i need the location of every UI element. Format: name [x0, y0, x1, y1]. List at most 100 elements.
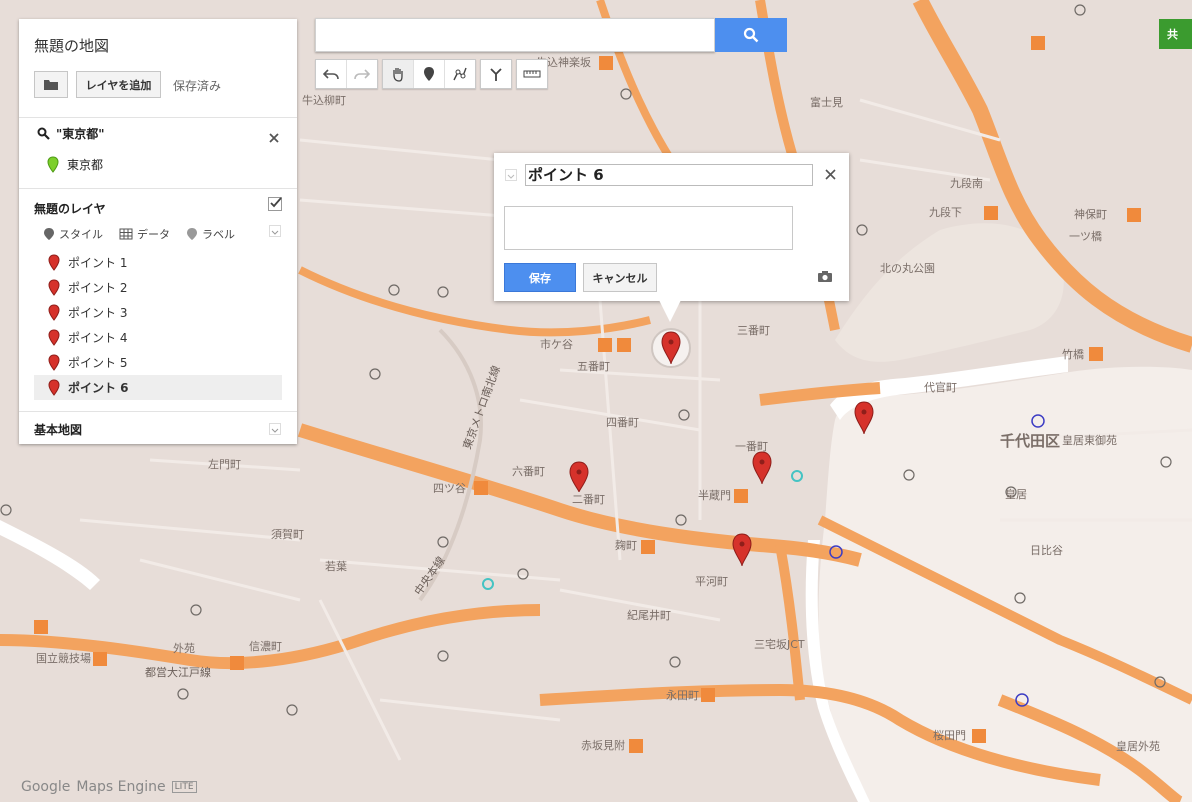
red-marker-icon	[48, 379, 60, 396]
map-label-kioicho: 紀尾井町	[627, 608, 671, 622]
folder-icon	[44, 80, 58, 90]
point-label: ポイント 6	[68, 381, 129, 395]
search-input[interactable]	[315, 18, 715, 52]
red-marker-icon	[48, 304, 60, 321]
map-label-samoncho: 左門町	[208, 458, 241, 471]
map-label-fujimi: 富士見	[810, 95, 843, 109]
table-icon	[119, 228, 133, 240]
green-marker-icon	[47, 156, 59, 173]
add-marker-button[interactable]	[414, 60, 445, 88]
add-photo-button[interactable]	[817, 270, 833, 286]
feature-description-input[interactable]	[504, 206, 793, 250]
point-label: ポイント 4	[68, 331, 128, 345]
checkmark-icon	[270, 197, 282, 208]
product-name: Maps Engine	[76, 779, 166, 795]
map-label-ichigaya: 市ケ谷	[540, 337, 573, 351]
map-label-chiyoda: 千代田区	[1000, 432, 1060, 450]
paint-marker-icon	[44, 228, 54, 240]
map-label-yonbancho: 四番町	[606, 416, 639, 429]
point-list: ポイント 1 ポイント 2 ポイント 3 ポイント 4 ポイント 5 ポイント …	[34, 250, 282, 400]
point-list-item-6[interactable]: ポイント 6	[34, 375, 282, 400]
map-label-kokyo: 皇居	[1005, 487, 1027, 501]
map-label-nagatacho: 永田町	[666, 688, 699, 702]
data-tool[interactable]: データ	[119, 226, 170, 242]
ruler-icon	[523, 70, 541, 78]
divider	[19, 188, 297, 189]
label-tool[interactable]: ラベル	[186, 226, 235, 242]
point-list-item-1[interactable]: ポイント 1	[34, 250, 282, 275]
basemap-title[interactable]: 基本地図	[34, 421, 82, 438]
layer-options-dropdown[interactable]	[269, 225, 281, 237]
save-button[interactable]: 保存	[504, 263, 576, 292]
map-label-ushigome-yanagicho: 牛込柳町	[302, 93, 346, 107]
red-marker-icon	[48, 354, 60, 371]
point-label: ポイント 2	[68, 281, 128, 295]
marker-icon	[424, 67, 434, 81]
point-list-item-3[interactable]: ポイント 3	[34, 300, 282, 325]
basemap-dropdown[interactable]	[269, 423, 281, 435]
draw-line-button[interactable]	[445, 60, 475, 88]
saved-status: 保存済み	[173, 79, 222, 93]
google-logo: Google	[21, 779, 71, 795]
share-button[interactable]: 共	[1159, 19, 1192, 49]
map-label-kudanshita: 九段下	[929, 205, 962, 219]
map-label-hirakawacho: 平河町	[695, 575, 728, 588]
edition-badge: LITE	[171, 781, 197, 793]
measure-button[interactable]	[517, 60, 547, 88]
redo-icon	[354, 69, 370, 80]
close-popup-button[interactable]	[825, 165, 836, 184]
style-tool-label: スタイル	[59, 228, 103, 241]
feature-style-dropdown[interactable]	[505, 169, 517, 181]
cancel-button[interactable]: キャンセル	[583, 263, 657, 292]
redo-button[interactable]	[347, 60, 377, 88]
map-label-nibancho: 二番町	[572, 493, 605, 506]
chevron-down-icon	[271, 230, 279, 235]
map-label-kokyo-gaien: 皇居外苑	[1116, 739, 1160, 753]
map-label-hanzomon: 半蔵門	[698, 488, 731, 502]
map-label-sanbancho: 三番町	[737, 324, 770, 337]
point-label: ポイント 5	[68, 356, 128, 370]
map-label-shinanomachi: 信濃町	[249, 639, 282, 653]
point-list-item-4[interactable]: ポイント 4	[34, 325, 282, 350]
hand-icon	[393, 68, 403, 82]
camera-icon	[818, 271, 832, 282]
directions-button[interactable]	[481, 60, 511, 88]
marker-point-6-selected[interactable]	[651, 328, 691, 368]
map-label-gobancho: 五番町	[577, 360, 610, 373]
point-list-item-5[interactable]: ポイント 5	[34, 350, 282, 375]
popup-pointer	[659, 300, 681, 322]
layer-visibility-checkbox[interactable]	[268, 197, 282, 211]
map-label-kokyo-higashi: 皇居東御苑	[1062, 433, 1117, 447]
style-tool[interactable]: スタイル	[43, 226, 103, 242]
label-marker-icon	[187, 228, 197, 240]
map-label-hitotsubashi: 一ツ橋	[1069, 229, 1102, 243]
search-icon	[37, 127, 50, 140]
search-result-item[interactable]: 東京都	[47, 156, 103, 173]
data-tool-label: データ	[137, 228, 170, 241]
hand-tool-button[interactable]	[383, 60, 414, 88]
search-result-label: 東京都	[67, 158, 104, 172]
map-label-sannozaka: 三宅坂JCT	[754, 637, 805, 651]
search-button[interactable]	[715, 18, 787, 52]
red-marker-icon	[48, 329, 60, 346]
undo-button[interactable]	[316, 60, 347, 88]
open-map-button[interactable]	[34, 71, 68, 98]
search-result-query: "東京都"	[56, 127, 105, 141]
search-icon	[743, 27, 759, 43]
line-icon	[453, 67, 467, 81]
undo-icon	[323, 69, 339, 80]
map-label-kitanomaru: 北の丸公園	[880, 262, 935, 275]
point-list-item-2[interactable]: ポイント 2	[34, 275, 282, 300]
layer-title[interactable]: 無題のレイヤ	[34, 200, 106, 217]
map-label-kudan-minami: 九段南	[950, 176, 983, 190]
map-title[interactable]: 無題の地図	[34, 35, 109, 56]
add-layer-button[interactable]: レイヤを追加	[76, 71, 161, 98]
red-marker-icon	[48, 254, 60, 271]
close-search-results-button[interactable]	[269, 128, 279, 147]
map-label-wakaba: 若葉	[325, 559, 347, 573]
point-label: ポイント 1	[68, 256, 128, 270]
label-tool-label: ラベル	[202, 228, 235, 241]
map-label-ichibancho: 一番町	[735, 440, 768, 453]
map-toolbar	[315, 59, 548, 89]
feature-name-input[interactable]: ポイント 6	[525, 164, 813, 186]
